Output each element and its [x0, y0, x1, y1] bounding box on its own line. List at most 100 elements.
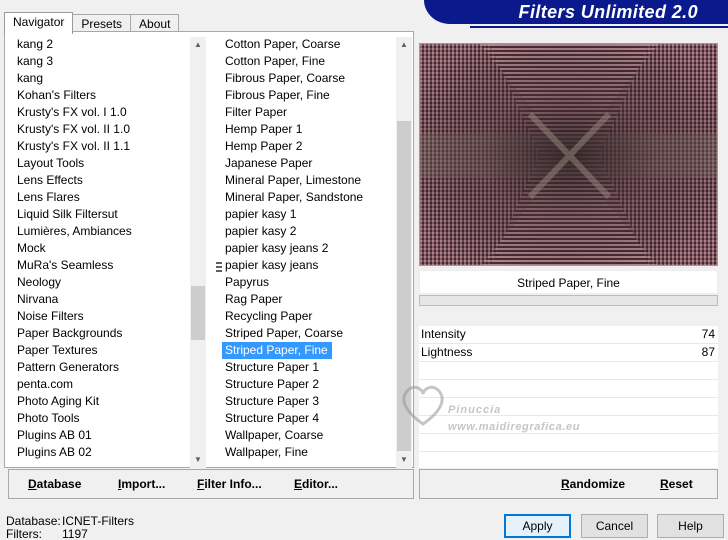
- list-item[interactable]: Structure Paper 1: [222, 359, 396, 376]
- param-value: 87: [701, 345, 715, 359]
- scroll-up-arrow-icon[interactable]: ▲: [396, 37, 412, 53]
- list-item[interactable]: papier kasy jeans 2: [222, 240, 396, 257]
- category-scrollbar[interactable]: ▲ ▼: [190, 37, 206, 468]
- list-item-label: Fibrous Paper, Coarse: [225, 71, 346, 85]
- list-item[interactable]: Paper Textures: [14, 342, 190, 359]
- param-intensity[interactable]: Intensity 74: [419, 326, 718, 343]
- scroll-down-arrow-icon[interactable]: ▼: [396, 452, 412, 468]
- list-item[interactable]: Hemp Paper 1: [222, 121, 396, 138]
- list-item[interactable]: Filter Paper: [222, 104, 396, 121]
- list-item[interactable]: Pattern Generators: [14, 359, 190, 376]
- list-item[interactable]: penta.com: [14, 376, 190, 393]
- list-item-label: Hemp Paper 2: [225, 139, 303, 153]
- list-item-label: Structure Paper 2: [225, 377, 320, 391]
- list-item[interactable]: kang 3: [14, 53, 190, 70]
- list-item-label: papier kasy 2: [225, 224, 297, 238]
- list-item[interactable]: Fibrous Paper, Coarse: [222, 70, 396, 87]
- list-item-label: Kohan's Filters: [17, 88, 96, 102]
- help-button[interactable]: Help: [657, 514, 724, 538]
- list-item[interactable]: MuRa's Seamless: [14, 257, 190, 274]
- list-item[interactable]: Plugins AB 01: [14, 427, 190, 444]
- list-item-label: kang 2: [17, 37, 54, 51]
- list-item[interactable]: Wallpaper, Fine: [222, 444, 396, 461]
- list-item[interactable]: Mock: [14, 240, 190, 257]
- import-button[interactable]: Import...: [118, 477, 165, 491]
- list-item[interactable]: Japanese Paper: [222, 155, 396, 172]
- list-item-label: Structure Paper 1: [225, 360, 320, 374]
- tab-navigator[interactable]: Navigator: [4, 12, 74, 34]
- apply-button[interactable]: Apply: [504, 514, 571, 538]
- list-item[interactable]: Paper Backgrounds: [14, 325, 190, 342]
- param-lightness[interactable]: Lightness 87: [419, 344, 718, 361]
- list-item-label: Paper Backgrounds: [17, 326, 123, 340]
- list-item[interactable]: Krusty's FX vol. II 1.0: [14, 121, 190, 138]
- list-item[interactable]: Rag Paper: [222, 291, 396, 308]
- list-item-label: Krusty's FX vol. II 1.1: [17, 139, 130, 153]
- list-item[interactable]: Mineral Paper, Sandstone: [222, 189, 396, 206]
- list-item[interactable]: Lens Effects: [14, 172, 190, 189]
- status-database-value: ICNET-Filters: [62, 514, 134, 528]
- list-item-label: Japanese Paper: [225, 156, 313, 170]
- scroll-up-arrow-icon[interactable]: ▲: [190, 37, 206, 53]
- editor-button[interactable]: Editor...: [294, 477, 338, 491]
- list-item[interactable]: Kohan's Filters: [14, 87, 190, 104]
- preview-image: [419, 43, 718, 266]
- list-item[interactable]: Krusty's FX vol. I 1.0: [14, 104, 190, 121]
- filter-info-button[interactable]: Filter Info...: [197, 477, 262, 491]
- list-item[interactable]: Liquid Silk Filtersut: [14, 206, 190, 223]
- filter-list[interactable]: Cotton Paper, Coarse Cotton Paper, Fine Fi…: [222, 36, 396, 468]
- list-item-label: Krusty's FX vol. I 1.0: [17, 105, 127, 119]
- current-filter-name: Striped Paper, Fine: [419, 270, 718, 294]
- list-item-label: kang: [17, 71, 44, 85]
- list-item[interactable]: Nirvana: [14, 291, 190, 308]
- list-item[interactable]: kang: [14, 70, 190, 87]
- left-button-bar: Database Import... Filter Info... Editor…: [8, 469, 414, 499]
- list-item[interactable]: Striped Paper, Fine: [222, 342, 396, 359]
- list-item-label: Wallpaper, Fine: [225, 445, 308, 459]
- list-item[interactable]: Noise Filters: [14, 308, 190, 325]
- list-item-label: Photo Aging Kit: [17, 394, 100, 408]
- list-item-label: Fibrous Paper, Fine: [225, 88, 330, 102]
- list-item[interactable]: Structure Paper 3: [222, 393, 396, 410]
- category-list[interactable]: kang 2 kang 3 kang Kohan's Filters Krusty's …: [14, 36, 190, 468]
- list-item-label: Wallpaper, Coarse: [225, 428, 324, 442]
- list-item[interactable]: Cotton Paper, Coarse: [222, 36, 396, 53]
- list-item[interactable]: Papyrus: [222, 274, 396, 291]
- list-item[interactable]: Lens Flares: [14, 189, 190, 206]
- scroll-down-arrow-icon[interactable]: ▼: [190, 452, 206, 468]
- list-item[interactable]: papier kasy 2: [222, 223, 396, 240]
- list-item-label: Striped Paper, Coarse: [225, 326, 344, 340]
- list-item[interactable]: Striped Paper, Coarse: [222, 325, 396, 342]
- randomize-button[interactable]: Randomize: [561, 477, 625, 491]
- list-item[interactable]: Fibrous Paper, Fine: [222, 87, 396, 104]
- category-scroll-thumb[interactable]: [191, 286, 205, 340]
- list-item[interactable]: Mineral Paper, Limestone: [222, 172, 396, 189]
- filter-scrollbar[interactable]: ▲ ▼: [396, 37, 412, 468]
- list-item[interactable]: papier kasy jeans: [222, 257, 396, 274]
- reset-button[interactable]: Reset: [660, 477, 693, 491]
- list-item[interactable]: Krusty's FX vol. II 1.1: [14, 138, 190, 155]
- list-item[interactable]: Lumières, Ambiances: [14, 223, 190, 240]
- list-item[interactable]: Cotton Paper, Fine: [222, 53, 396, 70]
- list-item-label: Plugins AB 01: [17, 428, 92, 442]
- list-item[interactable]: Recycling Paper: [222, 308, 396, 325]
- list-item[interactable]: Wallpaper, Coarse: [222, 427, 396, 444]
- list-item-label: Liquid Silk Filtersut: [17, 207, 118, 221]
- list-item[interactable]: Photo Aging Kit: [14, 393, 190, 410]
- list-item[interactable]: Structure Paper 4: [222, 410, 396, 427]
- cancel-button[interactable]: Cancel: [581, 514, 648, 538]
- list-item[interactable]: Neology: [14, 274, 190, 291]
- list-item[interactable]: papier kasy 1: [222, 206, 396, 223]
- list-item[interactable]: Structure Paper 2: [222, 376, 396, 393]
- param-label: Intensity: [421, 327, 466, 341]
- database-button[interactable]: Database: [28, 477, 81, 491]
- list-item[interactable]: Photo Tools: [14, 410, 190, 427]
- app-title: Filters Unlimited 2.0: [518, 2, 698, 22]
- list-item-label: Noise Filters: [17, 309, 84, 323]
- filter-scroll-thumb[interactable]: [397, 121, 411, 451]
- list-item[interactable]: Plugins AB 02: [14, 444, 190, 461]
- list-item[interactable]: Layout Tools: [14, 155, 190, 172]
- list-item[interactable]: Hemp Paper 2: [222, 138, 396, 155]
- app-title-banner: Filters Unlimited 2.0: [424, 0, 728, 24]
- list-item[interactable]: kang 2: [14, 36, 190, 53]
